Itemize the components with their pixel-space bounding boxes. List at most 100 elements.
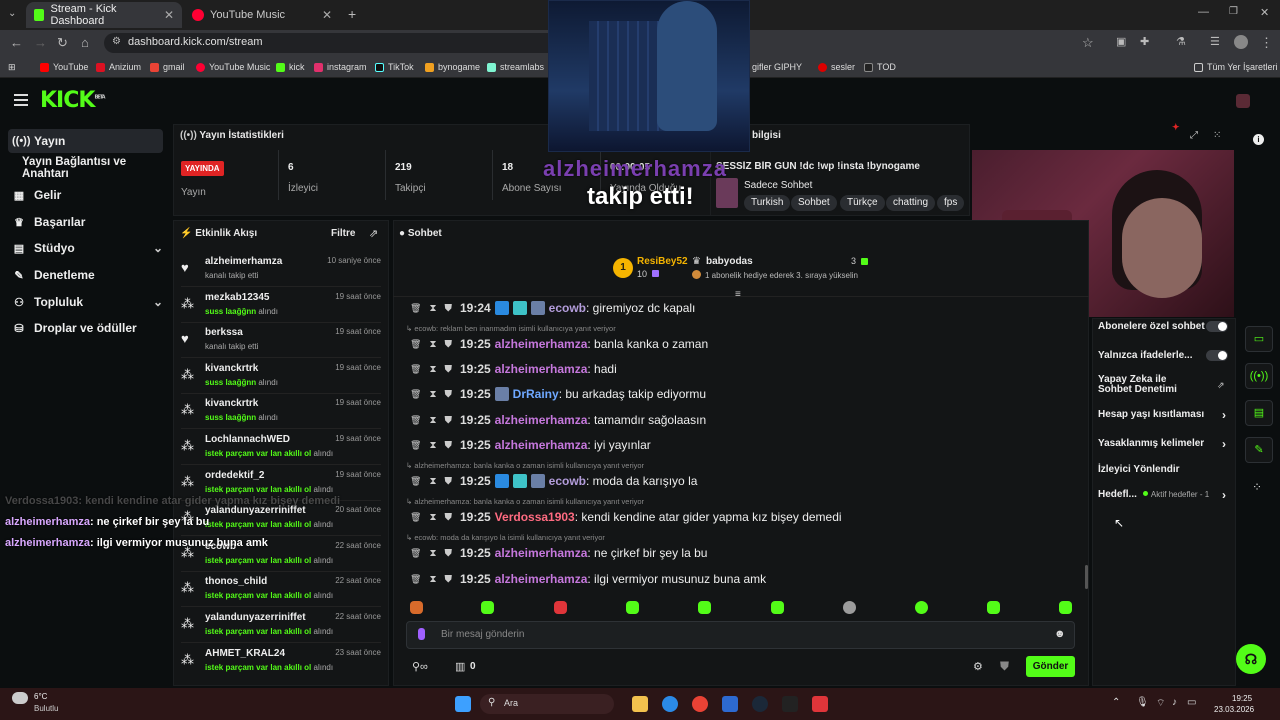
mod-shield-icon[interactable]: ⛊ [1000,659,1009,674]
chat-message[interactable]: 🗑 ⧗ ⛊ 19:25 ecowb: moda da karışıyo la [410,471,697,491]
activity-username[interactable]: mezkab12345 [205,292,270,303]
chat-rail-icon[interactable]: ▭ [1245,326,1273,352]
activity-item[interactable]: ♥ alzheimerhamza kanalı takip etti 10 saniy… [181,256,381,290]
chat-settings-gear-icon[interactable]: ⚙ [973,660,983,673]
timeout-icon[interactable]: ⧗ [429,389,436,400]
chat-message[interactable]: 🗑 ⧗ ⛊ 19:25 DrRainy: bu arkadaş takip ediyor… [410,384,706,404]
profile-avatar[interactable] [1234,35,1248,49]
ban-icon[interactable]: ⛊ [444,574,452,585]
activity-username[interactable]: kivanckrtrk [205,363,258,374]
reply-context[interactable]: ↳ ecowb: reklam ben inanmadım isimli kul… [406,324,616,333]
message-input-placeholder[interactable]: Bir mesaj gönderin [441,629,524,640]
ban-icon[interactable]: ⛊ [444,512,452,523]
subscriber-only-toggle[interactable] [1206,321,1228,332]
emote-icon[interactable] [410,601,423,614]
user-avatar[interactable] [1236,94,1250,108]
restore-icon[interactable]: ❐ [1229,6,1238,17]
collapse-pinned-icon[interactable]: ≡ [735,289,741,300]
delete-message-icon[interactable]: 🗑 [410,339,421,350]
tab-youtube-music[interactable]: YouTube Music ✕ [184,2,340,28]
weather-temp[interactable]: 6°C [34,692,47,701]
broadcast-rail-icon[interactable]: ((•)) [1245,363,1273,389]
activity-username[interactable]: AHMET_KRAL24 [205,648,285,659]
sidebar-item-studyo[interactable]: ▤ Stüdyo ⌄ [8,236,163,260]
activity-item[interactable]: ⁂ mezkab12345 suss laağğnn alındı 19 saat ö… [181,292,381,326]
emote-only-toggle[interactable] [1206,350,1228,361]
activity-item[interactable]: ⁂ AHMET_KRAL24 istek parçam var lan akıllı… [181,648,381,682]
window-close-icon[interactable]: ✕ [1260,6,1269,19]
popout-icon[interactable]: ⇗ [369,227,378,240]
chat-username[interactable]: alzheimerhamza [495,438,588,452]
all-bookmarks[interactable]: Tüm Yer İşaretleri [1194,59,1278,75]
emoji-picker-icon[interactable]: ☻ [1054,628,1066,640]
more-options-icon[interactable]: ⁘ [1252,480,1262,494]
activity-item[interactable]: ⁂ LochlannachWED istek parçam var lan akıl… [181,434,381,468]
steam-icon[interactable] [752,696,768,712]
taskbar-search[interactable] [480,694,614,714]
delete-message-icon[interactable]: 🗑 [410,548,421,559]
back-icon[interactable]: ← [10,35,23,50]
chat-username[interactable]: alzheimerhamza [495,362,588,376]
leader-username[interactable]: ResiBey52 [637,256,688,267]
bookmark-star-icon[interactable]: ☆ [1082,35,1094,51]
emote-icon[interactable] [843,601,856,614]
timeout-icon[interactable]: ⧗ [429,574,436,585]
ban-icon[interactable]: ⛊ [444,476,452,487]
activity-username[interactable]: thonos_child [205,576,267,587]
ban-icon[interactable]: ⛊ [444,364,452,375]
tab-list-icon[interactable]: ⌄ [8,8,16,19]
reply-context[interactable]: ↳ alzheimerhamza: banla kanka o zaman is… [406,497,644,506]
chat-username[interactable]: alzheimerhamza [495,337,588,351]
bookmark-tod[interactable]: TOD [864,59,896,75]
chat-username[interactable]: DrRainy [513,387,559,401]
bookmark-youtube[interactable]: YouTube [40,59,88,75]
bookmark-bynogame[interactable]: bynogame [425,59,480,75]
reply-context[interactable]: ↳ alzheimerhamza: banla kanka o zaman is… [406,461,644,470]
points-store-icon[interactable]: ▥ [455,660,465,673]
sidebar-item-gelir[interactable]: ▦ Gelir [8,183,163,207]
banned-words-setting[interactable]: Yasaklanmış kelimeler › [1098,437,1228,451]
emote-icon[interactable] [626,601,639,614]
sidebar-item-basarilar[interactable]: ♛ Başarılar [8,210,163,234]
timeout-icon[interactable]: ⧗ [429,303,436,314]
raid-setting[interactable]: İzleyici Yönlendir [1098,464,1228,475]
reply-context[interactable]: ↳ ecowb: moda da karışıyo la isimli kull… [406,533,605,542]
chat-username[interactable]: alzheimerhamza [495,572,588,586]
media-icon[interactable]: ☰ [1210,35,1220,48]
ai-moderation-setting[interactable]: Yapay Zeka ile Sohbet Denetimi [1098,375,1198,395]
activity-filter-button[interactable]: Filtre [331,228,355,239]
emote-icon[interactable] [1059,601,1072,614]
windows-start-icon[interactable] [455,696,471,712]
ban-icon[interactable]: ⛊ [444,303,452,314]
new-tab-icon[interactable]: + [348,6,356,22]
home-icon[interactable]: ⌂ [81,35,89,50]
activity-item[interactable]: ⁂ kivanckrtrk suss laağğnn alındı 19 saat ö… [181,363,381,397]
flask-icon[interactable]: ⚗ [1176,35,1186,48]
timeout-icon[interactable]: ⧗ [429,512,436,523]
vscode-icon[interactable] [722,696,738,712]
volume-icon[interactable]: ♪ [1172,697,1177,708]
ban-icon[interactable]: ⛊ [444,339,452,350]
timeout-icon[interactable]: ⧗ [429,476,436,487]
timeout-icon[interactable]: ⧗ [429,548,436,559]
chat-message[interactable]: 🗑 ⧗ ⛊ 19:25 Verdossa1903: kendi kendine atar… [410,507,842,527]
puzzle-icon[interactable]: ✚ [1140,35,1149,48]
wrench-rail-icon[interactable]: ✎ [1245,437,1273,463]
activity-username[interactable]: berkssa [205,327,243,338]
timeout-icon[interactable]: ⧗ [429,415,436,426]
emote-icon[interactable] [698,601,711,614]
activity-username[interactable]: LochlannachWED [205,434,290,445]
bookmark-tiktok[interactable]: TikTok [375,59,414,75]
delete-message-icon[interactable]: 🗑 [410,389,421,400]
chat-message[interactable]: 🗑 ⧗ ⛊ 19:25 alzheimerhamza: hadi [410,359,617,379]
site-info-icon[interactable]: ⚙ [112,36,121,47]
delete-message-icon[interactable]: 🗑 [410,512,421,523]
chat-scrollbar[interactable] [1085,565,1088,589]
sidebar-item-yayin[interactable]: ((•)) Yayın [8,129,163,153]
goals-setting[interactable]: Hedefl... Aktif hedefler - 1 › [1098,488,1228,502]
reload-icon[interactable]: ↻ [57,35,68,51]
account-age-setting[interactable]: Hesap yaşı kısıtlaması › [1098,408,1228,422]
delete-message-icon[interactable]: 🗑 [410,303,421,314]
send-button[interactable]: Gönder [1026,656,1075,677]
activity-username[interactable]: alzheimerhamza [205,256,282,267]
